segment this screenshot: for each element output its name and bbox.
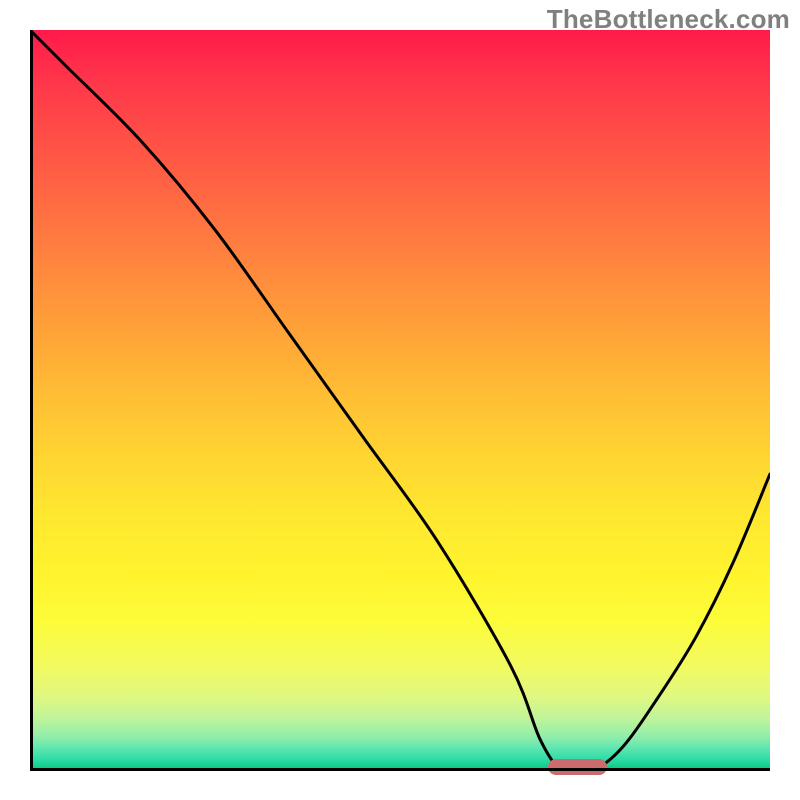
- plot-area: [30, 30, 770, 770]
- bottleneck-curve-path: [30, 30, 770, 770]
- watermark-text: TheBottleneck.com: [547, 4, 790, 35]
- curve-layer: [30, 30, 770, 770]
- optimal-range-marker: [548, 759, 607, 775]
- x-axis: [30, 768, 770, 771]
- bottleneck-chart: TheBottleneck.com: [0, 0, 800, 800]
- y-axis: [30, 30, 33, 770]
